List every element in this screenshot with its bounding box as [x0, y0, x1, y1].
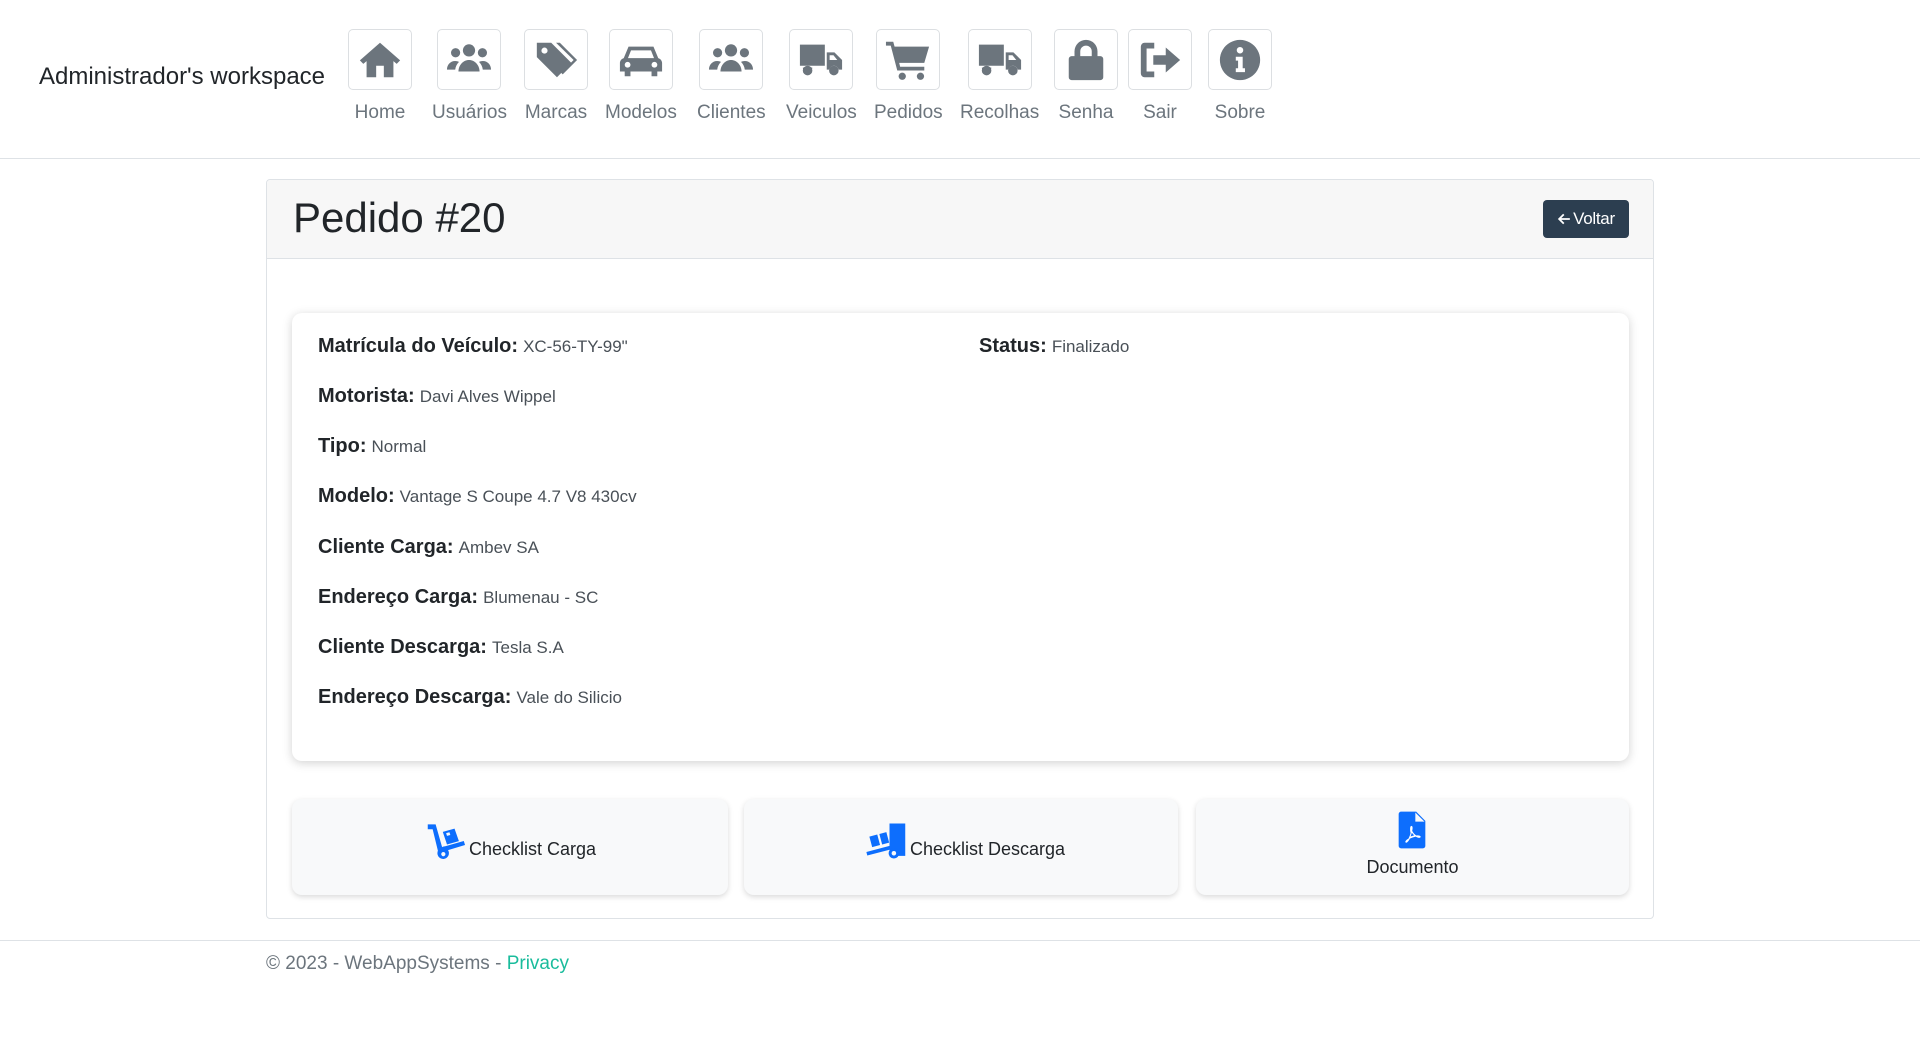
field-modelo-label: Modelo: — [318, 485, 395, 507]
nav-marcas-label: Marcas — [524, 102, 588, 123]
field-cliente-carga: Cliente Carga: Ambev SA — [318, 536, 539, 559]
users-icon — [447, 43, 492, 71]
field-status: Status: Finalizado — [979, 335, 1129, 358]
checklist-carga-content[interactable]: Checklist Carga — [425, 820, 596, 862]
field-matricula: Matrícula do Veículo: XC-56-TY-99" — [318, 335, 628, 358]
nav-veiculos[interactable]: Veiculos — [786, 29, 857, 124]
nav-senha[interactable]: Senha — [1054, 29, 1118, 124]
field-motorista: Motorista: Davi Alves Wippel — [318, 385, 556, 408]
car-icon — [619, 46, 662, 76]
truck-icon — [800, 44, 843, 75]
cart-icon — [886, 41, 930, 80]
footer-text: © 2023 - WebAppSystems - Privacy — [266, 953, 569, 975]
truck-icon — [978, 44, 1021, 75]
checklist-descarga-card[interactable]: Checklist Descarga — [744, 799, 1178, 895]
field-tipo-value: Normal — [371, 437, 427, 456]
nav-marcas[interactable]: Marcas — [524, 29, 588, 124]
field-status-label: Status: — [979, 335, 1047, 357]
field-matricula-label: Matrícula do Veículo: — [318, 335, 519, 357]
nav-sobre-icon-box[interactable] — [1208, 29, 1272, 90]
nav-sobre-label: Sobre — [1214, 102, 1266, 123]
page-title: Pedido #20 — [293, 194, 506, 241]
arrow-left-icon — [1558, 213, 1570, 225]
nav-recolhas-icon-box[interactable] — [967, 29, 1032, 90]
back-button-label: Voltar — [1573, 209, 1615, 228]
field-motorista-label: Motorista: — [318, 385, 415, 407]
documento-label: Documento — [1366, 857, 1459, 877]
nav-veiculos-label: Veiculos — [786, 102, 857, 123]
truck-loading-icon — [866, 823, 906, 859]
brand-title[interactable]: Administrador's workspace — [39, 63, 325, 91]
info-circle-icon — [1219, 39, 1261, 80]
checklist-descarga-label: Checklist Descarga — [910, 839, 1066, 859]
nav-usuarios[interactable]: Usuários — [432, 29, 507, 124]
lock-icon — [1068, 39, 1104, 80]
privacy-link[interactable]: Privacy — [507, 953, 569, 974]
nav-home-icon-box[interactable] — [348, 29, 412, 90]
nav-sair-icon-box[interactable] — [1128, 29, 1192, 90]
order-details-panel: Matrícula do Veículo: XC-56-TY-99" Motor… — [292, 313, 1629, 761]
nav-veiculos-icon-box[interactable] — [789, 29, 854, 90]
field-cliente-descarga-label: Cliente Descarga: — [318, 636, 487, 658]
nav-sair-label: Sair — [1143, 102, 1177, 123]
checklist-carga-label: Checklist Carga — [469, 839, 597, 859]
checklist-descarga-content[interactable]: Checklist Descarga — [862, 820, 1065, 862]
field-matricula-value: XC-56-TY-99" — [523, 337, 628, 356]
nav-modelos-label: Modelos — [605, 102, 677, 123]
nav-pedidos[interactable]: Pedidos — [874, 29, 943, 124]
dolly-icon — [427, 824, 466, 859]
field-endereco-descarga-value: Vale do Silicio — [516, 688, 622, 707]
nav-sobre[interactable]: Sobre — [1208, 29, 1272, 124]
order-card: Pedido #20 Voltar Matrícula do Veículo: … — [266, 179, 1654, 919]
nav-usuarios-label: Usuários — [432, 102, 507, 123]
field-tipo: Tipo: Normal — [318, 435, 426, 458]
nav-modelos-icon-box[interactable] — [608, 29, 673, 90]
nav-sair[interactable]: Sair — [1128, 29, 1192, 124]
nav-clientes-icon-box[interactable] — [699, 29, 764, 90]
checklist-carga-card[interactable]: Checklist Carga — [292, 799, 728, 895]
nav-senha-icon-box[interactable] — [1054, 29, 1118, 90]
field-endereco-descarga: Endereço Descarga: Vale do Silicio — [318, 686, 622, 709]
nav-home[interactable]: Home — [348, 29, 412, 124]
nav-recolhas-label: Recolhas — [960, 102, 1040, 123]
footer-copyright: © 2023 - WebAppSystems - — [266, 953, 507, 974]
field-cliente-descarga-value: Tesla S.A — [491, 638, 564, 657]
documento-card[interactable]: Documento — [1196, 799, 1629, 895]
nav-marcas-icon-box[interactable] — [524, 29, 588, 90]
nav-home-label: Home — [354, 102, 406, 123]
field-cliente-descarga: Cliente Descarga: Tesla S.A — [318, 636, 564, 659]
field-endereco-carga: Endereço Carga: Blumenau - SC — [318, 586, 598, 609]
field-motorista-value: Davi Alves Wippel — [419, 387, 556, 406]
nav-pedidos-icon-box[interactable] — [876, 29, 941, 90]
tags-icon — [536, 42, 578, 77]
nav-pedidos-label: Pedidos — [874, 102, 943, 123]
field-modelo-value: Vantage S Coupe 4.7 V8 430cv — [399, 487, 637, 506]
nav-modelos[interactable]: Modelos — [605, 29, 677, 124]
nav-recolhas[interactable]: Recolhas — [960, 29, 1039, 124]
card-header: Pedido #20 Voltar — [267, 180, 1653, 259]
field-modelo: Modelo: Vantage S Coupe 4.7 V8 430cv — [318, 485, 637, 508]
field-cliente-carga-label: Cliente Carga: — [318, 536, 454, 558]
nav-clientes-label: Clientes — [697, 102, 766, 123]
nav-clientes[interactable]: Clientes — [697, 29, 766, 124]
back-button[interactable]: Voltar — [1543, 200, 1629, 238]
nav-senha-label: Senha — [1058, 102, 1114, 123]
field-status-value: Finalizado — [1051, 337, 1130, 356]
field-endereco-descarga-label: Endereço Descarga: — [318, 686, 512, 708]
sign-out-icon — [1140, 42, 1181, 77]
users-icon — [709, 43, 754, 71]
field-tipo-label: Tipo: — [318, 435, 367, 457]
field-endereco-carga-value: Blumenau - SC — [483, 588, 599, 607]
field-endereco-carga-label: Endereço Carga: — [318, 586, 479, 608]
home-icon — [359, 42, 401, 77]
footer: © 2023 - WebAppSystems - Privacy — [0, 940, 1920, 1042]
field-cliente-carga-value: Ambev SA — [458, 538, 539, 557]
top-navbar: Administrador's workspace Home Usuários … — [0, 0, 1920, 159]
nav-usuarios-icon-box[interactable] — [437, 29, 502, 90]
pdf-file-icon — [1398, 811, 1426, 849]
